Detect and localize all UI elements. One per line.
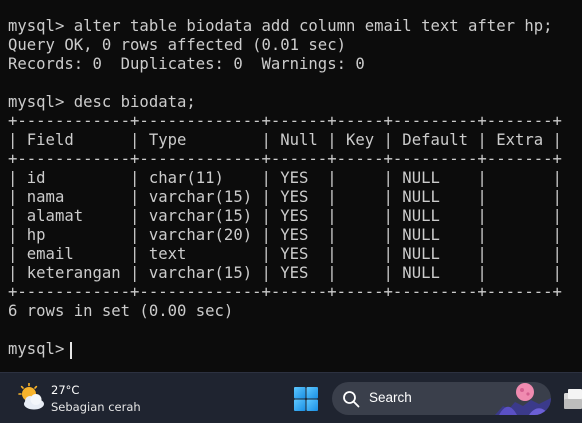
text-cursor — [70, 342, 72, 359]
search-highlight-icon — [495, 382, 551, 415]
table-row: | nama | varchar(15) | YES | | NULL | | — [8, 188, 562, 206]
terminal-window[interactable]: mysql> alter table biodata add column em… — [0, 0, 582, 372]
table-header-row: | Field | Type | Null | Key | Default | … — [8, 131, 562, 149]
table-row: | email | text | YES | | NULL | | — [8, 245, 562, 263]
terminal-line: mysql> alter table biodata add column em… — [8, 17, 553, 35]
table-border: +------------+-------------+------+-----… — [8, 283, 562, 301]
taskbar: 27°C Sebagian cerah Search — [0, 372, 582, 423]
table-row: | keterangan | varchar(15) | YES | | NUL… — [8, 264, 562, 282]
terminal-line: 6 rows in set (0.00 sec) — [8, 302, 234, 320]
terminal-prompt[interactable]: mysql> — [8, 340, 74, 359]
weather-condition[interactable]: Sebagian cerah — [51, 400, 141, 414]
search-label: Search — [369, 390, 412, 405]
search-icon — [342, 390, 360, 408]
table-row: | hp | varchar(20) | YES | | NULL | | — [8, 226, 562, 244]
weather-temperature[interactable]: 27°C — [51, 383, 79, 397]
file-explorer-icon[interactable] — [562, 387, 582, 411]
search-bar[interactable]: Search — [332, 382, 551, 415]
windows-logo-icon[interactable] — [292, 385, 320, 413]
terminal-line: Records: 0 Duplicates: 0 Warnings: 0 — [8, 55, 365, 73]
table-border: +------------+-------------+------+-----… — [8, 150, 562, 168]
table-row: | alamat | varchar(15) | YES | | NULL | … — [8, 207, 562, 225]
table-border: +------------+-------------+------+-----… — [8, 112, 562, 130]
partly-sunny-icon[interactable] — [17, 382, 45, 411]
terminal-line: mysql> desc biodata; — [8, 93, 196, 111]
terminal-line: Query OK, 0 rows affected (0.01 sec) — [8, 36, 346, 54]
table-row: | id | char(11) | YES | | NULL | | — [8, 169, 562, 187]
